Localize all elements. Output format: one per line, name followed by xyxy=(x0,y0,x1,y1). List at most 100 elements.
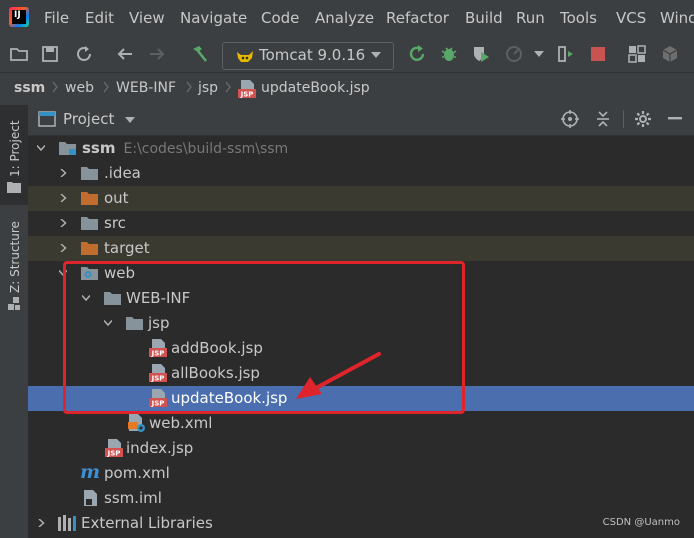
project-panel-header: Project xyxy=(28,103,694,136)
project-view-icon xyxy=(38,111,56,127)
module-folder-icon xyxy=(59,142,76,155)
libraries-icon xyxy=(58,515,76,531)
tree-label-ssmiml: ssm.iml xyxy=(104,489,162,507)
tree-label-target: target xyxy=(104,239,150,257)
breadcrumb-item-jsp[interactable]: jsp xyxy=(198,80,218,96)
update-redeploy-icon[interactable] xyxy=(406,43,428,65)
chevron-right-icon[interactable] xyxy=(59,169,67,177)
tab-project[interactable]: 1: Project xyxy=(0,105,28,205)
breadcrumb-item-updatebook[interactable]: updateBook.jsp xyxy=(261,80,370,96)
hide-panel-icon[interactable] xyxy=(668,117,682,120)
breadcrumb: ssm web WEB-INF jsp JSP updateBook.jsp xyxy=(0,72,694,104)
tree-node-ssm[interactable]: ssm E:\codes\build-ssm\ssm xyxy=(28,136,694,161)
menu-file[interactable]: File xyxy=(44,9,69,27)
tree-node-webxml[interactable]: web.xml xyxy=(28,411,694,436)
menu-analyze[interactable]: Analyze xyxy=(315,9,374,27)
watermark: CSDN @Uanmo xyxy=(602,517,680,528)
tree-node-src[interactable]: src xyxy=(28,211,694,236)
breadcrumb-item-ssm[interactable]: ssm xyxy=(14,80,45,96)
panel-title[interactable]: Project xyxy=(63,110,114,128)
open-folder-icon[interactable] xyxy=(8,43,30,65)
profile-icon[interactable] xyxy=(503,43,525,65)
breadcrumb-separator-icon xyxy=(186,81,192,93)
chevron-down-icon[interactable] xyxy=(37,144,45,152)
menu-view[interactable]: View xyxy=(129,9,165,27)
jsp-file-icon: JSP xyxy=(238,80,256,99)
menu-edit[interactable]: Edit xyxy=(85,9,114,27)
attach-debugger-icon[interactable] xyxy=(555,43,577,65)
menu-window[interactable]: Wind xyxy=(660,9,694,27)
tree-label-out: out xyxy=(104,189,129,207)
intellij-logo-icon: IJ xyxy=(9,7,29,27)
tree-node-out[interactable]: out xyxy=(28,186,694,211)
tree-label-src: src xyxy=(104,214,126,232)
menu-tools[interactable]: Tools xyxy=(560,9,597,27)
excluded-folder-icon xyxy=(81,242,98,255)
annotation-arrow-icon xyxy=(296,352,381,399)
breadcrumb-separator-icon xyxy=(52,81,58,93)
collapse-all-icon[interactable] xyxy=(595,110,611,128)
tree-node-external-libraries[interactable]: External Libraries xyxy=(28,511,694,536)
xml-file-icon xyxy=(128,414,145,432)
forward-arrow-icon[interactable] xyxy=(146,43,168,65)
chevron-down-icon xyxy=(371,52,381,58)
header-divider xyxy=(623,110,624,128)
tree-label-idea: .idea xyxy=(104,164,141,182)
maven-icon: m xyxy=(80,461,101,483)
chevron-right-icon[interactable] xyxy=(59,194,67,202)
tree-node-idea[interactable]: .idea xyxy=(28,161,694,186)
breadcrumb-item-web[interactable]: web xyxy=(65,80,94,96)
tree-node-pomxml[interactable]: m pom.xml xyxy=(28,461,694,486)
tree-node-target[interactable]: target xyxy=(28,236,694,261)
debug-bug-icon[interactable] xyxy=(438,43,460,65)
excluded-folder-icon xyxy=(81,192,98,205)
tree-label-webxml: web.xml xyxy=(149,414,213,432)
locate-target-icon[interactable] xyxy=(561,110,579,128)
menu-vcs[interactable]: VCS xyxy=(616,9,646,27)
tree-label-external-libraries: External Libraries xyxy=(81,514,213,532)
project-structure-icon[interactable] xyxy=(626,43,648,65)
menu-navigate[interactable]: Navigate xyxy=(180,9,247,27)
iml-file-icon xyxy=(84,490,97,506)
structure-icon xyxy=(8,297,20,310)
sync-icon[interactable] xyxy=(73,43,95,65)
tree-node-ssmiml[interactable]: ssm.iml xyxy=(28,486,694,511)
breadcrumb-separator-icon xyxy=(103,81,109,93)
chevron-right-icon[interactable] xyxy=(37,519,45,527)
back-arrow-icon[interactable] xyxy=(114,43,136,65)
run-with-coverage-icon[interactable] xyxy=(470,43,492,65)
menu-code[interactable]: Code xyxy=(261,9,299,27)
run-options-dropdown-icon[interactable] xyxy=(528,43,550,65)
svg-text:JSP: JSP xyxy=(107,450,121,458)
menu-run[interactable]: Run xyxy=(516,9,545,27)
breadcrumb-item-web-inf[interactable]: WEB-INF xyxy=(116,80,176,96)
tree-label-indexjsp: index.jsp xyxy=(126,439,194,457)
tree-path-ssm: E:\codes\build-ssm\ssm xyxy=(123,141,289,157)
annotation-highlight-box xyxy=(63,261,465,414)
folder-icon xyxy=(7,182,21,193)
menu-build[interactable]: Build xyxy=(465,9,503,27)
jsp-file-icon: JSP xyxy=(105,439,123,458)
breadcrumb-separator-icon xyxy=(225,81,231,93)
chevron-right-icon[interactable] xyxy=(59,219,67,227)
tab-structure[interactable]: Z: Structure xyxy=(0,211,28,316)
gear-icon[interactable] xyxy=(634,110,652,128)
save-icon[interactable] xyxy=(39,43,61,65)
tab-structure-label: Z: Structure xyxy=(8,221,22,293)
tomcat-icon xyxy=(235,48,255,68)
run-configuration-label: Tomcat 9.0.16 xyxy=(259,46,366,64)
menu-bar: IJ File Edit View Navigate Code Analyze … xyxy=(0,0,694,36)
build-hammer-icon[interactable] xyxy=(188,43,210,65)
stop-icon[interactable] xyxy=(587,43,609,65)
chevron-right-icon[interactable] xyxy=(59,244,67,252)
menu-refactor[interactable]: Refactor xyxy=(386,9,449,27)
sdk-cube-icon[interactable] xyxy=(659,43,681,65)
tab-project-label: 1: Project xyxy=(8,120,22,177)
run-configuration-selector[interactable]: Tomcat 9.0.16 xyxy=(222,42,394,70)
tree-label-ssm: ssm xyxy=(82,139,116,157)
tree-node-indexjsp[interactable]: JSP index.jsp xyxy=(28,436,694,461)
chevron-down-icon[interactable] xyxy=(125,117,135,123)
folder-icon xyxy=(81,217,98,230)
tree-label-pomxml: pom.xml xyxy=(104,464,170,482)
tool-window-strip: 1: Project Z: Structure xyxy=(0,103,29,538)
